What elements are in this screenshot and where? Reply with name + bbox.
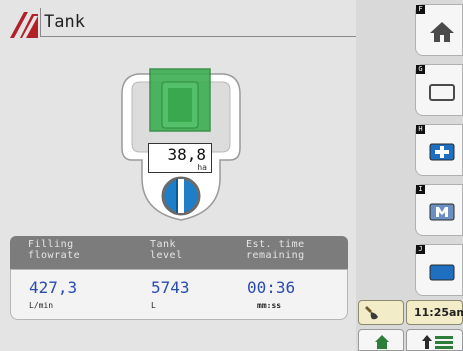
est-time-unit: mm:ss [257,301,282,310]
area-value: 38,8 [167,145,206,164]
plus-icon [429,143,455,161]
main-panel: Tank 38,8 ha Filling flowrate Tank level… [0,0,356,351]
clock: 11:25am [406,300,463,325]
m-icon [429,203,455,221]
tank-level-value: 5743 [151,278,190,297]
filling-flowrate-value: 427,3 [29,278,78,297]
info-panel: Filling flowrate Tank level Est. time re… [10,236,348,320]
softkey-i-m[interactable]: I [415,184,463,236]
area-display: 38,8 ha [148,143,212,173]
softkey-letter: G [416,65,425,74]
filling-flowrate-label: Filling flowrate [28,239,81,261]
est-time-label: Est. time remaining [246,239,305,261]
softkey-letter: F [416,5,425,14]
softkey-h-add[interactable]: H [415,124,463,176]
softkey-f-home[interactable]: F [415,4,463,56]
menu-button[interactable] [406,329,463,351]
softkey-g[interactable]: G [415,64,463,116]
filling-flowrate-unit: L/min [29,301,54,310]
brand-logo-icon [10,12,38,38]
menu-arrow-icon [422,335,453,349]
clock-time: 11:25am [414,306,463,319]
info-header: Filling flowrate Tank level Est. time re… [10,236,348,269]
tank-level-unit: L [151,301,156,310]
area-unit: ha [197,163,207,172]
brush-icon [365,306,378,320]
page-title: Tank [44,12,85,32]
home-button[interactable] [358,329,404,351]
blue-rect-icon [429,264,455,281]
softkey-letter: I [416,185,425,194]
blank-rect-icon [429,84,455,101]
title-bar: Tank [0,0,356,38]
home-icon [430,22,454,42]
status-indicator[interactable] [358,300,404,325]
softkey-letter: H [416,125,425,134]
home-icon [375,335,389,349]
title-divider [40,8,41,37]
info-values: 427,3 L/min 5743 L 00:36 mm:ss [10,269,348,320]
title-underline [40,36,356,37]
est-time-value: 00:36 [247,278,296,297]
softkey-j[interactable]: J [415,244,463,296]
tank-level-label: Tank level [150,239,183,261]
softkey-letter: J [416,245,425,254]
